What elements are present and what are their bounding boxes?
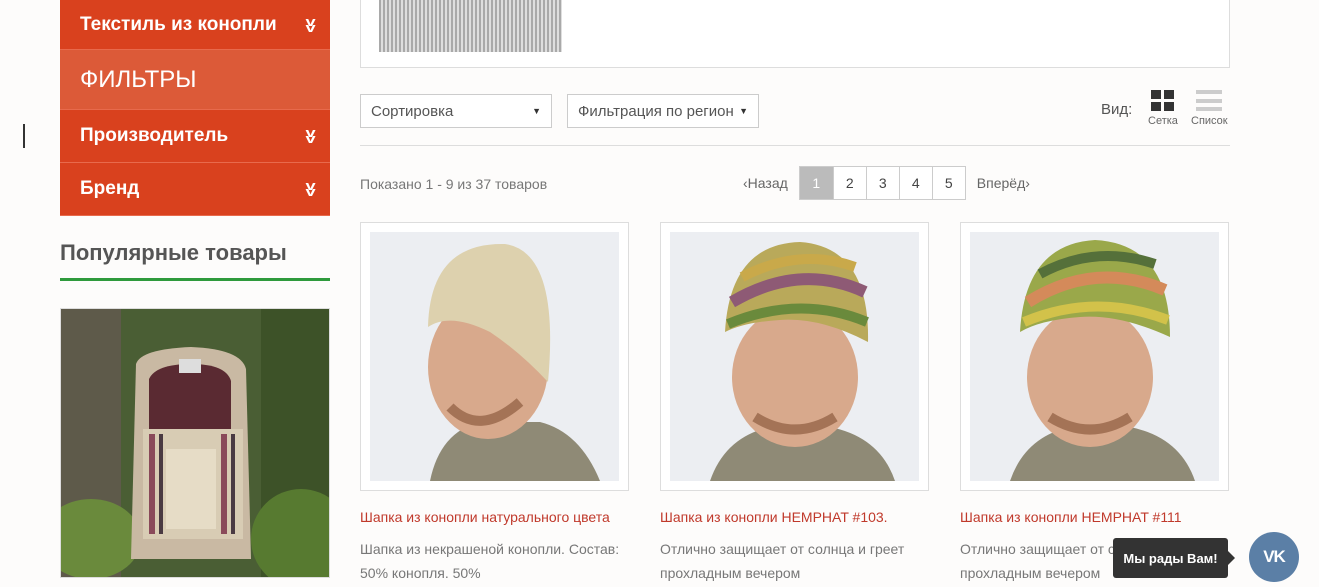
page-4[interactable]: 4 [898,167,932,199]
vk-icon: VK [1263,547,1286,566]
menu-item-hemp-textile[interactable]: Текстиль из конопли vv [60,0,330,50]
pagination-row: Показано 1 - 9 из 37 товаров ‹Назад 1 2 … [360,146,1230,216]
text-cursor [23,124,25,148]
product-card: Шапка из конопли натурального цвета Шапк… [360,222,630,585]
product-image[interactable] [360,222,629,491]
product-grid: Шапка из конопли натурального цвета Шапк… [360,222,1230,585]
caret-down-icon: ▼ [739,106,748,116]
page-5[interactable]: 5 [931,167,965,199]
view-label: Вид: [1101,101,1133,118]
sidebar: Текстиль из конопли vv ФИЛЬТРЫ Производи… [60,0,330,578]
page-3[interactable]: 3 [865,167,899,199]
page-1[interactable]: 1 [799,167,833,199]
chevron-down-icon: vv [305,178,316,199]
region-select-value: Фильтрация по регион [578,102,734,120]
product-image[interactable] [660,222,929,491]
product-title-link[interactable]: Шапка из конопли HEMPHAT #111 [960,509,1230,525]
sort-select-value: Сортировка [371,102,454,120]
hat-photo-103 [670,232,919,481]
hat-photo-111 [970,232,1219,481]
product-card: Шапка из конопли HEMPHAT #103. Отлично з… [660,222,930,585]
product-title-link[interactable]: Шапка из конопли HEMPHAT #103. [660,509,930,525]
chevron-down-icon: vv [305,13,316,35]
filter-brand[interactable]: Бренд vv [60,163,330,216]
product-title-link[interactable]: Шапка из конопли натурального цвета [360,509,630,525]
page-2[interactable]: 2 [832,167,866,199]
next-page-link[interactable]: Вперёд› [977,175,1030,191]
prev-page-link[interactable]: ‹Назад [743,175,788,191]
chevron-down-icon: vv [305,125,316,146]
backpack-image [61,309,329,577]
filter-manufacturer[interactable]: Производитель vv [60,110,330,163]
results-count: Показано 1 - 9 из 37 товаров [360,176,548,192]
menu-item-label: Бренд [80,178,140,199]
category-banner [360,0,1230,68]
page-numbers: 1 2 3 4 5 [798,166,966,200]
main-content: Сортировка ▼ Фильтрация по регион ▼ Вид:… [360,0,1230,585]
grid-icon [1151,90,1175,111]
caret-down-icon: ▼ [532,106,541,116]
category-menu: Текстиль из конопли vv ФИЛЬТРЫ Производи… [60,0,330,216]
listing-toolbar: Сортировка ▼ Фильтрация по регион ▼ Вид:… [360,90,1230,146]
hat-photo-natural [370,232,619,481]
menu-item-label: Текстиль из конопли [80,13,277,35]
vk-tooltip: Мы рады Вам! [1113,538,1235,578]
pagination: ‹Назад 1 2 3 4 5 Вперёд› [743,166,1030,200]
filters-heading-label: ФИЛЬТРЫ [80,65,197,93]
popular-products-title: Популярные товары [60,240,330,281]
popular-product-image[interactable] [60,308,330,578]
view-list-button[interactable]: Список [1191,90,1228,127]
region-filter-select[interactable]: Фильтрация по регион ▼ [567,94,759,128]
view-grid-label: Сетка [1148,115,1178,127]
product-description: Отлично защищает от солнца и греет прохл… [660,541,905,581]
product-description: Шапка из некрашеной конопли. Состав: 50%… [360,541,620,581]
view-list-label: Список [1191,115,1228,127]
filters-heading: ФИЛЬТРЫ [60,50,330,110]
category-thumbnail [379,0,562,52]
list-icon [1196,90,1223,111]
sort-select[interactable]: Сортировка ▼ [360,94,552,128]
vk-chat-button[interactable]: VK [1249,532,1299,582]
view-grid-button[interactable]: Сетка [1148,90,1178,127]
menu-item-label: Производитель [80,125,229,146]
product-card: Шапка из конопли HEMPHAT #111 Отлично за… [960,222,1230,585]
product-image[interactable] [960,222,1229,491]
